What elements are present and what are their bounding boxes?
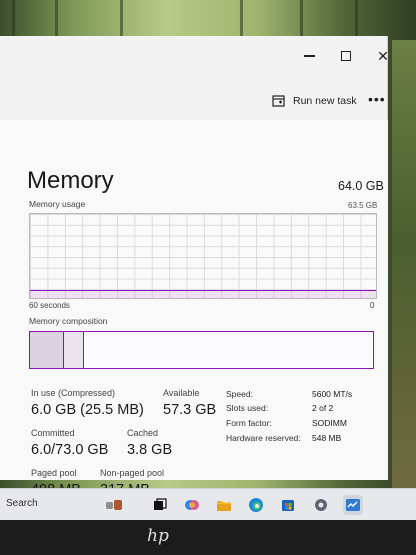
hp-logo: hp	[147, 526, 169, 546]
desktop-background-edge	[392, 40, 416, 488]
composition-modified	[64, 332, 84, 368]
run-task-icon	[272, 95, 285, 107]
run-new-task-button[interactable]: Run new task	[272, 90, 357, 112]
title-bar: ✕	[0, 36, 389, 76]
cached-label: Cached	[127, 428, 159, 438]
form-factor-value: SODIMM	[312, 418, 347, 428]
page-title: Memory	[27, 167, 114, 194]
graph-time-end: 0	[370, 301, 375, 310]
available-label: Available	[163, 388, 200, 398]
cached-value: 3.8 GB	[127, 442, 173, 458]
committed-value: 6.0/73.0 GB	[31, 442, 109, 458]
laptop-bezel: hp	[0, 520, 416, 555]
minimize-icon	[303, 55, 315, 57]
close-button[interactable]: ✕	[371, 44, 395, 68]
graph-time-start: 60 seconds	[29, 301, 70, 310]
memory-composition-bar	[29, 331, 374, 369]
form-factor-label: Form factor:	[226, 418, 272, 428]
run-new-task-label: Run new task	[293, 95, 357, 107]
memory-total: 64.0 GB	[338, 179, 384, 193]
memory-usage-max: 63.5 GB	[348, 201, 378, 210]
paged-pool-label: Paged pool	[31, 468, 77, 478]
task-manager-window: ✕ Run new task ••• Memory 64.0 GB Memory…	[0, 36, 389, 498]
committed-label: Committed	[31, 428, 75, 438]
slots-used-value: 2 of 2	[312, 403, 334, 413]
in-use-value: 6.0 GB (25.5 MB)	[31, 402, 144, 418]
file-explorer-icon[interactable]	[214, 495, 234, 515]
slots-used-label: Slots used:	[226, 403, 269, 413]
stat-in-use: In use (Compressed) 6.0 GB (25.5 MB)	[31, 388, 144, 418]
more-options-button[interactable]: •••	[368, 92, 386, 106]
maximize-button[interactable]	[334, 44, 358, 68]
hardware-reserved-value: 548 MB	[312, 433, 342, 443]
close-icon: ✕	[377, 47, 389, 64]
store-icon[interactable]	[278, 495, 298, 515]
task-manager-icon[interactable]	[343, 495, 363, 515]
minimize-button[interactable]	[297, 44, 321, 68]
widgets-icon[interactable]	[104, 495, 124, 515]
available-value: 57.3 GB	[163, 402, 217, 418]
memory-usage-fill	[30, 290, 376, 298]
hardware-reserved-label: Hardware reserved:	[226, 433, 301, 443]
edge-icon[interactable]	[246, 495, 266, 515]
settings-icon[interactable]	[311, 495, 331, 515]
stat-available: Available 57.3 GB	[163, 388, 216, 418]
memory-usage-label: Memory usage	[29, 199, 86, 209]
stat-cached: Cached 3.8 GB	[127, 428, 172, 458]
composition-in-use	[30, 332, 64, 368]
taskbar: Search	[0, 488, 416, 520]
composition-standby	[84, 332, 373, 368]
stat-committed: Committed 6.0/73.0 GB	[31, 428, 108, 458]
toolbar: Run new task •••	[0, 84, 388, 118]
copilot-icon[interactable]	[182, 495, 202, 515]
maximize-icon	[341, 51, 351, 61]
non-paged-pool-label: Non-paged pool	[100, 468, 165, 478]
memory-composition-label: Memory composition	[29, 316, 108, 326]
speed-label: Speed:	[226, 389, 253, 399]
task-view-icon[interactable]	[150, 495, 170, 515]
memory-usage-graph	[29, 213, 377, 299]
speed-value: 5600 MT/s	[312, 389, 353, 399]
in-use-label: In use (Compressed)	[31, 388, 116, 398]
memory-panel: Memory 64.0 GB Memory usage 63.5 GB 60 s…	[0, 120, 388, 498]
taskbar-search[interactable]: Search	[6, 498, 38, 509]
